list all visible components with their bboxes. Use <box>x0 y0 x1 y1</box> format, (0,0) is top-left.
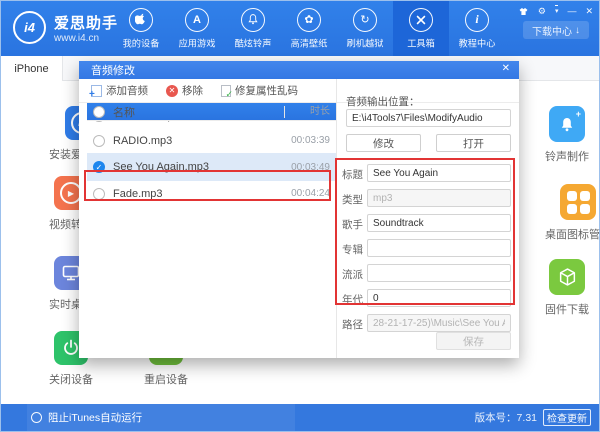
row-checkbox[interactable] <box>93 135 105 147</box>
radio-icon[interactable] <box>31 412 42 423</box>
remove-label: 移除 <box>182 83 203 98</box>
form-row-path: 路径 <box>342 314 512 332</box>
nav-label: 教程中心 <box>459 35 496 49</box>
check-update-button[interactable]: 检查更新 <box>543 409 591 426</box>
brand-name: 爱思助手 <box>54 12 118 33</box>
track-duration: 00:03:39 <box>284 135 336 146</box>
window-controls: ⚙ ▾ — ✕ <box>518 5 593 17</box>
main-nav: 我的设备 A 应用游戏 酷炫铃声 ✿ 高清壁纸 ↻ 刷机越狱 <box>113 1 505 56</box>
list-item[interactable]: RADIO.mp3 00:03:39 <box>87 128 336 153</box>
nav-apps-games[interactable]: A 应用游戏 <box>169 1 225 56</box>
path-label: 路径 <box>342 317 363 332</box>
save-button[interactable]: 保存 <box>436 332 511 350</box>
annotation-rect-form <box>335 158 515 305</box>
nav-label: 刷机越狱 <box>347 35 384 49</box>
nav-label: 酷炫铃声 <box>235 35 272 49</box>
tool-label: 桌面图标管理 <box>545 226 600 242</box>
remove-button[interactable]: ✕ 移除 <box>166 83 203 98</box>
app-header: i4 爱思助手 www.i4.cn 我的设备 A 应用游戏 酷炫铃声 <box>1 1 599 56</box>
tab-iphone[interactable]: iPhone <box>1 56 63 81</box>
download-icon: ↓ <box>575 25 580 36</box>
bell-icon <box>241 8 265 32</box>
fix-attributes-button[interactable]: 修复属性乱码 <box>221 83 298 98</box>
flower-icon: ✿ <box>297 8 321 32</box>
nav-label: 工具箱 <box>407 35 435 49</box>
output-location-label: 音频输出位置： <box>346 94 420 109</box>
tool-label: 固件下载 <box>545 301 589 317</box>
nav-wallpapers[interactable]: ✿ 高清壁纸 <box>281 1 337 56</box>
dialog-title: 音频修改 <box>91 62 135 78</box>
firmware-icon <box>549 259 585 295</box>
toolbox-icon <box>409 8 433 32</box>
brand: i4 爱思助手 www.i4.cn <box>13 11 118 44</box>
select-all-checkbox[interactable] <box>93 106 105 118</box>
modify-button[interactable]: 修改 <box>346 134 421 152</box>
block-itunes-label: 阻止iTunes自动运行 <box>48 410 142 425</box>
icon-manager-icon <box>560 184 596 220</box>
output-path-input[interactable] <box>346 109 511 127</box>
settings-icon[interactable]: ⚙ <box>538 6 546 16</box>
block-itunes-toggle[interactable]: 阻止iTunes自动运行 <box>31 404 142 431</box>
nav-my-devices[interactable]: 我的设备 <box>113 1 169 56</box>
statusbar: 阻止iTunes自动运行 版本号：7.31 检查更新 <box>1 404 599 431</box>
plus-badge: + <box>576 109 581 119</box>
nav-ringtones[interactable]: 酷炫铃声 <box>225 1 281 56</box>
track-name: RADIO.mp3 <box>113 135 284 147</box>
tool-label: 关闭设备 <box>49 371 93 387</box>
apple-icon <box>129 8 153 32</box>
fold-icon[interactable]: ▾ <box>555 5 559 17</box>
tool-label: 重启设备 <box>144 371 188 387</box>
ringtone-icon: + <box>549 106 585 142</box>
fix-attributes-icon <box>221 85 231 97</box>
dialog-close-icon[interactable]: ✕ <box>502 63 510 74</box>
i4-logo-icon: i4 <box>13 11 46 44</box>
theme-icon[interactable] <box>518 7 529 16</box>
nav-label: 高清壁纸 <box>291 35 328 49</box>
dialog-titlebar[interactable]: 音频修改 ✕ <box>79 61 519 79</box>
brand-url: www.i4.cn <box>54 33 118 44</box>
nav-label: 我的设备 <box>123 35 160 49</box>
close-icon[interactable]: ✕ <box>585 6 593 16</box>
info-icon: i <box>465 8 489 32</box>
dialog-toolbar: 添加音频 ✕ 移除 修复属性乱码 <box>79 79 519 103</box>
annotation-rect-selected-row <box>84 170 331 201</box>
path-input <box>367 314 511 332</box>
add-audio-button[interactable]: 添加音频 <box>91 83 148 98</box>
remove-icon: ✕ <box>166 85 178 97</box>
tool-label: 铃声制作 <box>545 148 589 164</box>
fix-attributes-label: 修复属性乱码 <box>235 83 298 98</box>
list-header-row: 名称 时长 <box>87 103 336 121</box>
tool-firmware-download[interactable]: 固件下载 <box>545 259 589 317</box>
open-button[interactable]: 打开 <box>436 134 511 152</box>
add-audio-icon <box>91 85 102 97</box>
appstore-icon: A <box>185 8 209 32</box>
flash-icon: ↻ <box>353 8 377 32</box>
nav-flash-jailbreak[interactable]: ↻ 刷机越狱 <box>337 1 393 56</box>
version-label: 版本号：7.31 <box>475 404 537 431</box>
nav-tutorials[interactable]: i 教程中心 <box>449 1 505 56</box>
minimize-icon[interactable]: — <box>567 6 576 16</box>
download-center-button[interactable]: 下载中心 ↓ <box>523 21 589 39</box>
app-window: i4 爱思助手 www.i4.cn 我的设备 A 应用游戏 酷炫铃声 <box>0 0 600 432</box>
column-duration: 时长 <box>284 106 336 118</box>
nav-toolbox[interactable]: 工具箱 <box>393 1 449 56</box>
add-audio-label: 添加音频 <box>106 83 148 98</box>
tool-ringtone-maker[interactable]: + 铃声制作 <box>545 106 589 164</box>
nav-label: 应用游戏 <box>179 35 216 49</box>
column-name: 名称 <box>113 104 284 120</box>
tool-icon-manager[interactable]: 桌面图标管理 <box>545 184 600 242</box>
download-center-label: 下载中心 <box>532 23 572 38</box>
